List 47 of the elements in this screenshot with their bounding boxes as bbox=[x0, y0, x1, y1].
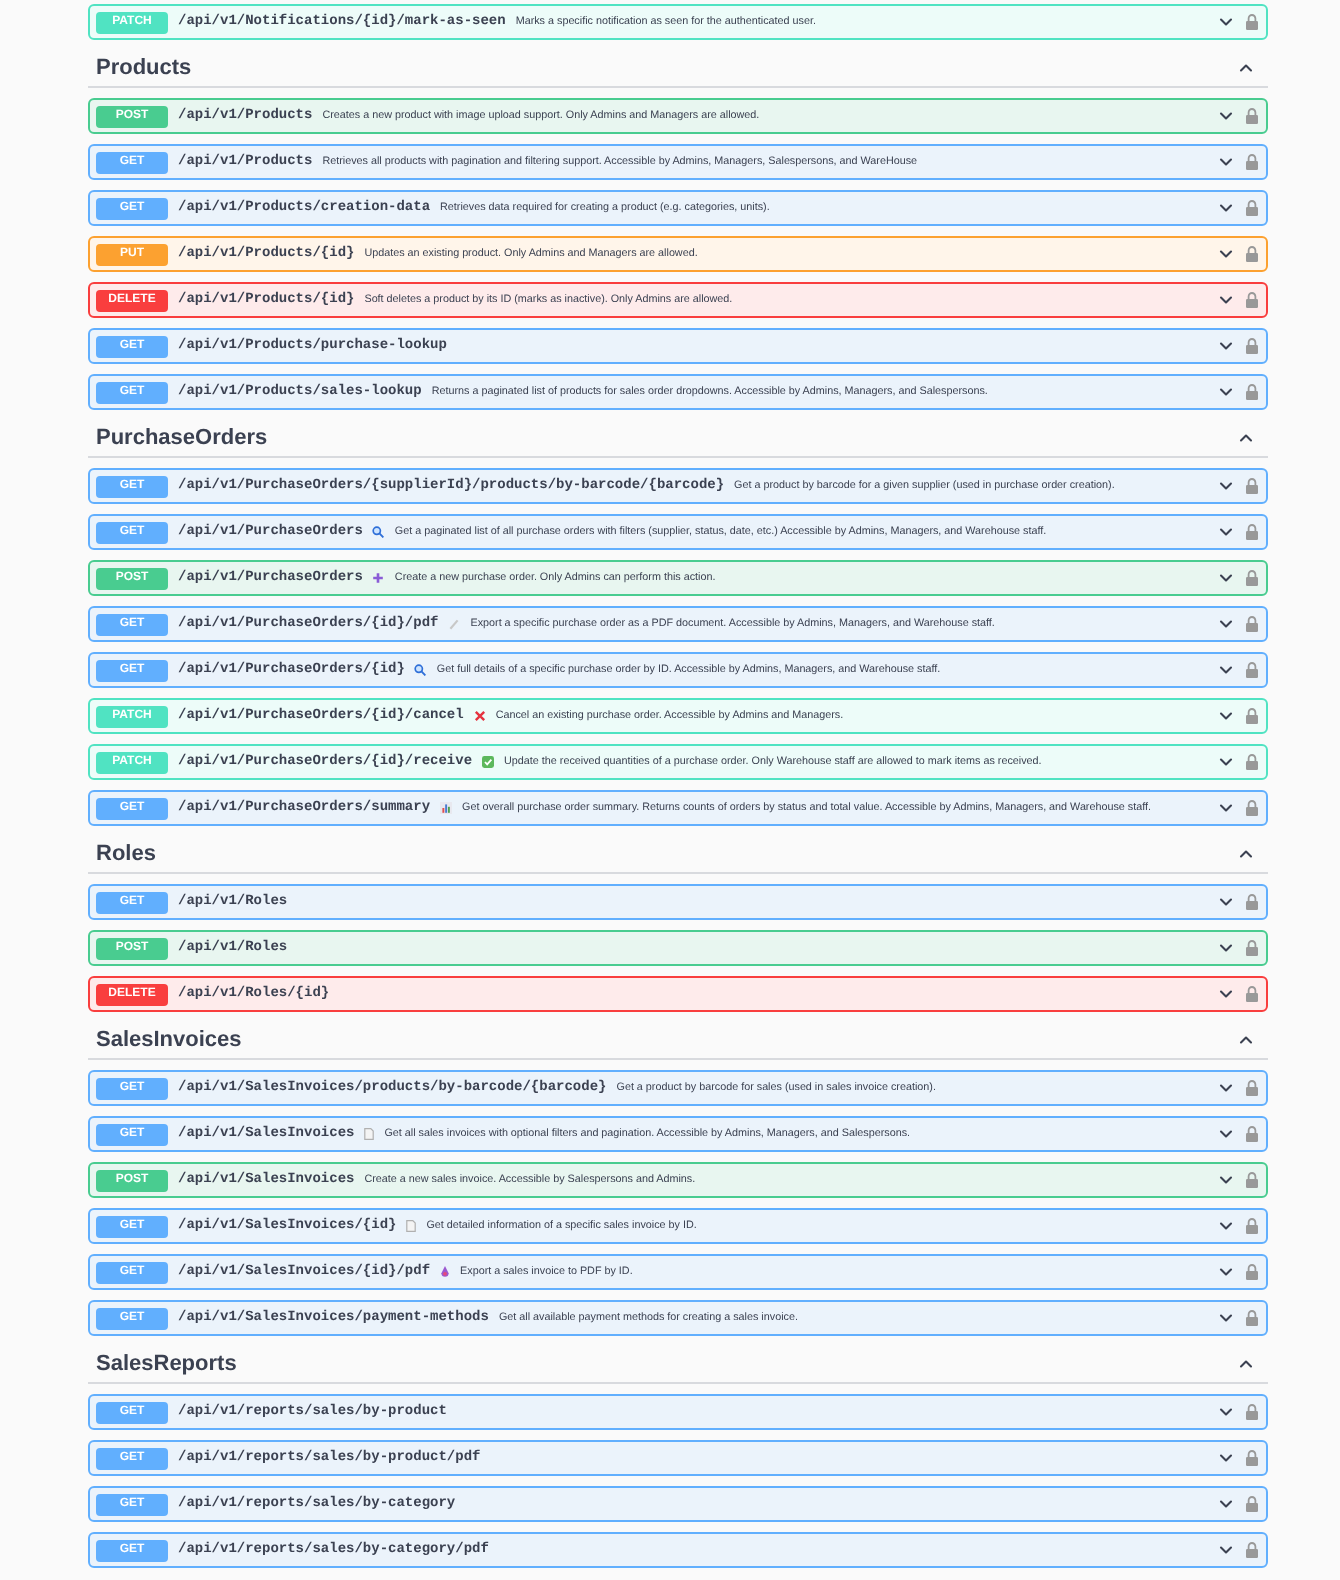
section-title: Roles bbox=[96, 842, 156, 866]
section-title: PurchaseOrders bbox=[96, 426, 268, 450]
lock-icon[interactable] bbox=[1246, 1080, 1258, 1096]
drop-icon bbox=[440, 1266, 451, 1278]
lock-icon[interactable] bbox=[1246, 1450, 1258, 1466]
section-header[interactable]: SalesInvoices bbox=[88, 1022, 1268, 1060]
section-header[interactable]: PurchaseOrders bbox=[88, 420, 1268, 458]
lock-icon[interactable] bbox=[1246, 384, 1258, 400]
section-header[interactable]: SalesReports bbox=[88, 1346, 1268, 1384]
document-icon bbox=[364, 1128, 375, 1140]
lock-icon[interactable] bbox=[1246, 1310, 1258, 1326]
lock-icon[interactable] bbox=[1246, 246, 1258, 262]
section-header[interactable]: Products bbox=[88, 50, 1268, 88]
lock-icon[interactable] bbox=[1246, 338, 1258, 354]
cross-icon bbox=[473, 710, 486, 722]
lock-icon[interactable] bbox=[1246, 662, 1258, 678]
lock-icon[interactable] bbox=[1246, 1218, 1258, 1234]
lock-icon[interactable] bbox=[1246, 1264, 1258, 1280]
lock-icon[interactable] bbox=[1246, 1404, 1258, 1420]
lock-icon[interactable] bbox=[1246, 154, 1258, 170]
magnifier-icon bbox=[414, 664, 427, 676]
lock-icon[interactable] bbox=[1246, 1172, 1258, 1188]
pencil-icon bbox=[448, 618, 461, 630]
lock-icon[interactable] bbox=[1246, 940, 1258, 956]
lock-icon[interactable] bbox=[1246, 14, 1258, 30]
lock-icon[interactable] bbox=[1246, 894, 1258, 910]
plus-icon bbox=[372, 572, 385, 584]
section-title: SalesInvoices bbox=[96, 1028, 242, 1052]
chart-icon bbox=[440, 802, 453, 814]
lock-icon[interactable] bbox=[1246, 616, 1258, 632]
lock-icon[interactable] bbox=[1246, 524, 1258, 540]
lock-icon[interactable] bbox=[1246, 754, 1258, 770]
section-title: Products bbox=[96, 56, 192, 80]
document-icon bbox=[406, 1220, 417, 1232]
magnifier-icon bbox=[372, 526, 385, 538]
lock-icon[interactable] bbox=[1246, 108, 1258, 124]
section-title: SalesReports bbox=[96, 1352, 237, 1376]
lock-icon[interactable] bbox=[1246, 800, 1258, 816]
lock-icon[interactable] bbox=[1246, 1542, 1258, 1558]
lock-icon[interactable] bbox=[1246, 478, 1258, 494]
lock-icon[interactable] bbox=[1246, 200, 1258, 216]
checkbox-icon bbox=[482, 756, 495, 768]
lock-icon[interactable] bbox=[1246, 1496, 1258, 1512]
lock-icon[interactable] bbox=[1246, 1126, 1258, 1142]
section-header[interactable]: Roles bbox=[88, 836, 1268, 874]
lock-icon[interactable] bbox=[1246, 570, 1258, 586]
lock-icon[interactable] bbox=[1246, 708, 1258, 724]
